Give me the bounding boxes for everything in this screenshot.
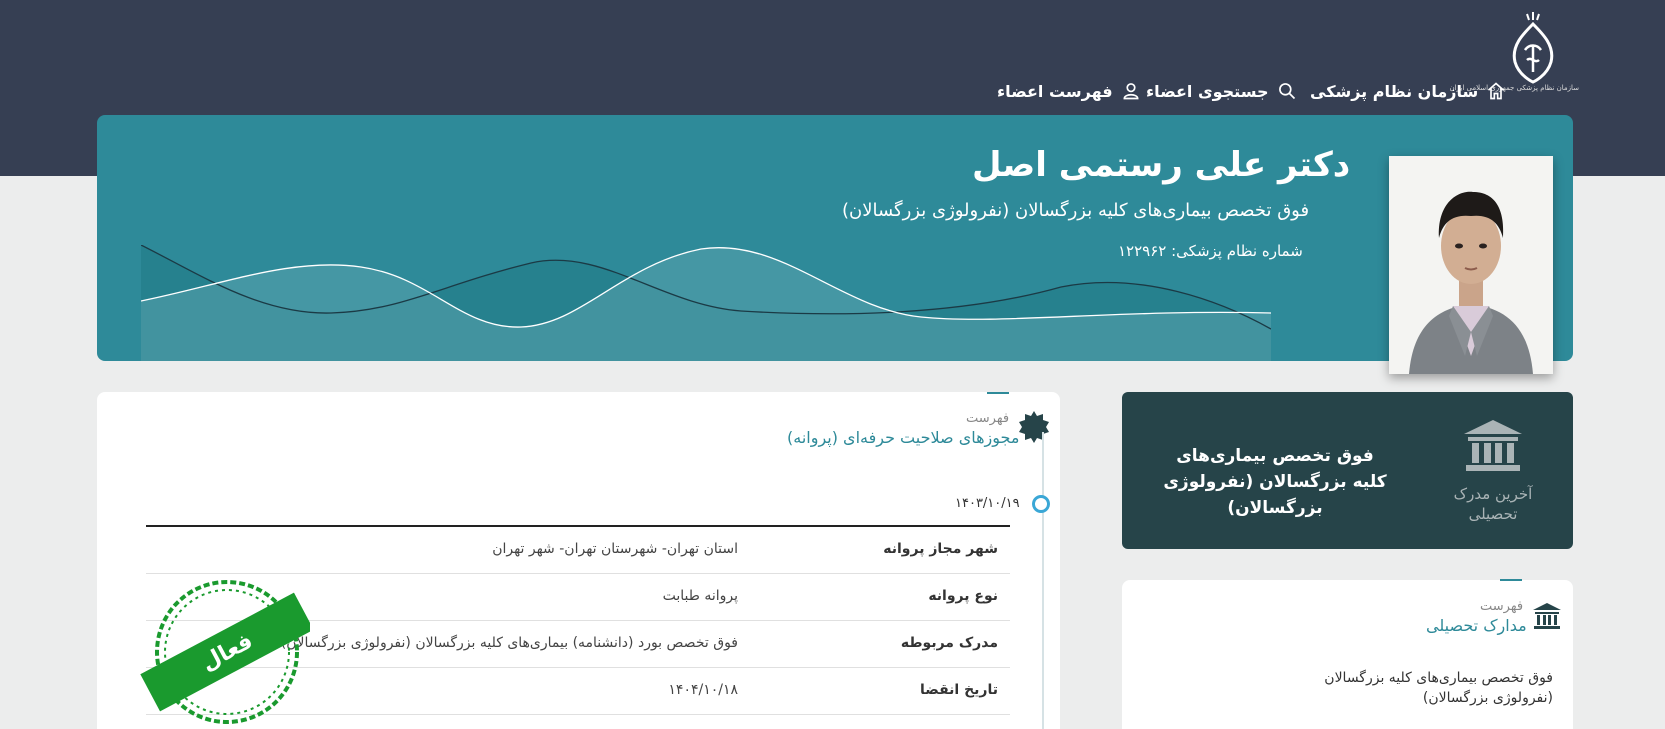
degrees-title: مدارک تحصیلی [1426,616,1527,635]
row-key: شهر مجاز پروانه [883,541,998,557]
timeline-line [1042,432,1044,729]
doctor-photo [1389,156,1553,374]
licenses-small-label: فهرست [966,411,1010,426]
institution-icon [1462,418,1524,474]
nav-search-members[interactable]: جستجوی اعضاء [1146,78,1297,104]
institution-icon [1532,602,1562,630]
medical-council-number: شماره نظام پزشکی: ۱۲۲۹۶۲ [1118,242,1303,260]
licenses-title: مجوزهای صلاحیت حرفه‌ای (پروانه) [787,428,1020,447]
row-key: تاریخ انقضا [920,682,998,698]
user-icon [1123,83,1139,100]
row-key: مدرک مربوطه [900,635,998,651]
search-icon [1278,83,1295,100]
banner-waves [141,245,1271,361]
latest-degree-value: فوق تخصص بیماری‌های کلیه بزرگسالان (نفرو… [1163,446,1387,518]
degrees-small-label: فهرست [1480,599,1524,614]
nav-members-list[interactable]: فهرست اعضاء [997,78,1141,104]
nav-medical-council[interactable]: سازمان نظام پزشکی [1310,78,1506,104]
nav-label: سازمان نظام پزشکی [1310,81,1479,101]
row-key: نوع پروانه [928,588,998,604]
row-value: ۱۴۰۴/۱۰/۱۸ [668,682,738,698]
nav-label: جستجوی اعضاء [1146,81,1269,101]
degree-item: فوق تخصص بیماری‌های کلیه بزرگسالان (نفرو… [1324,670,1553,706]
profile-banner [97,115,1573,361]
doctor-specialty: فوق تخصص بیماری‌های کلیه بزرگسالان (نفرو… [842,200,1310,221]
nav-label: فهرست اعضاء [997,81,1113,101]
badge-icon [1017,410,1051,444]
row-value: استان تهران- شهرستان تهران- شهر تهران [492,541,738,557]
timeline-dot [1032,495,1050,513]
active-status-stamp: فعال [140,575,314,729]
row-value: فوق تخصص بورد (دانشنامه) بیماری‌های کلیه… [280,635,738,651]
accent-line [1500,579,1522,581]
doctor-name: دکتر علی رستمی اصل [972,145,1351,185]
accent-line [987,392,1009,394]
latest-degree-label: آخرین مدرک تحصیلی [1453,485,1533,523]
home-icon [1488,82,1505,100]
row-value: پروانه طبابت [662,588,738,604]
license-date: ۱۴۰۳/۱۰/۱۹ [955,496,1020,511]
table-row: شهر مجاز پروانه استان تهران- شهرستان تهر… [146,527,1010,574]
